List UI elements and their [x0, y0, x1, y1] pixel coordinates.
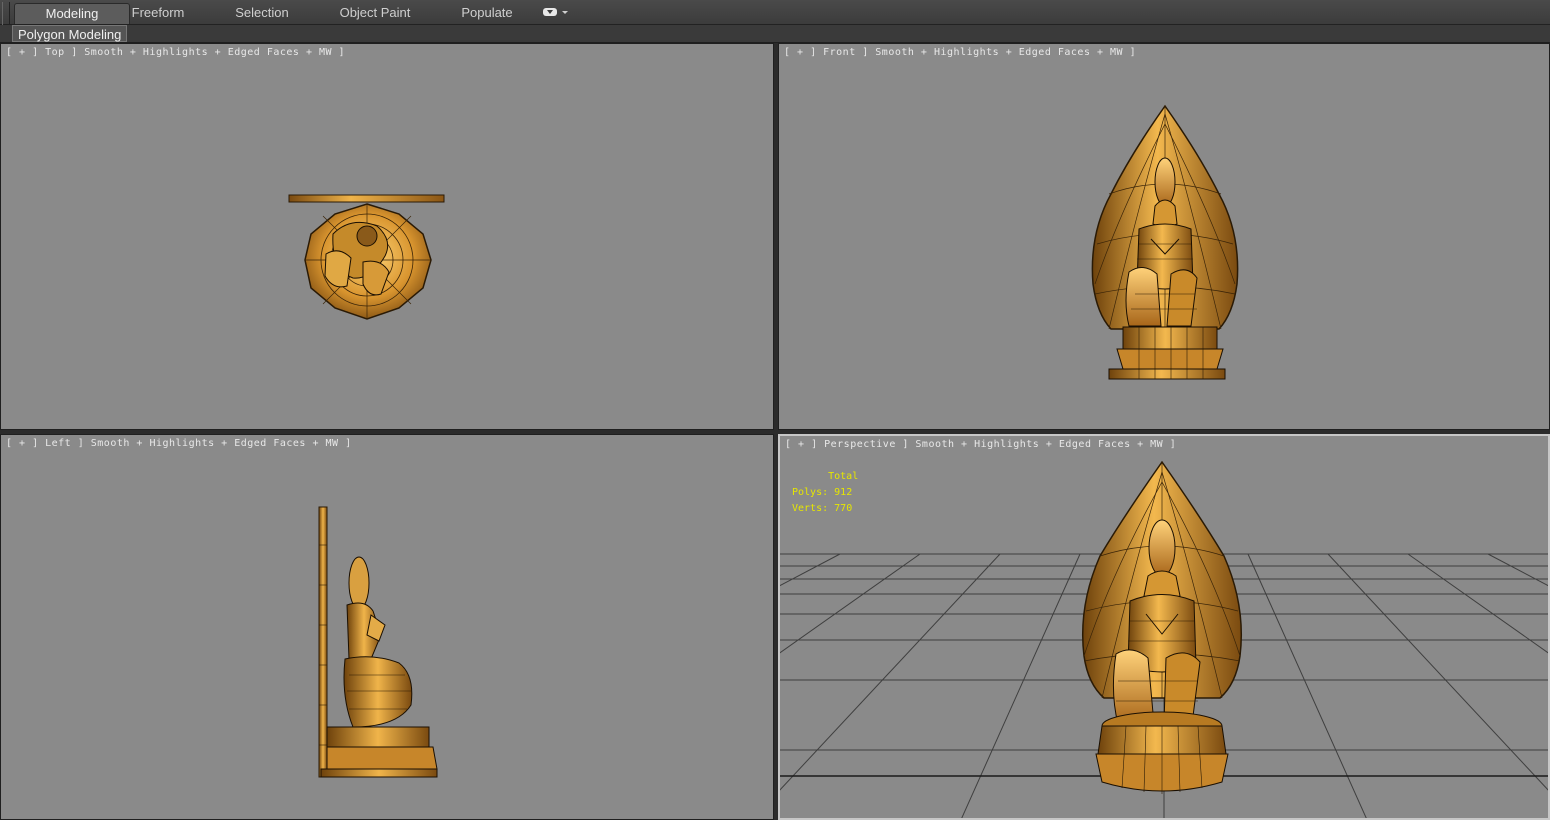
ribbon-panel-bar: Polygon Modeling — [0, 25, 1550, 43]
tab-object-paint[interactable]: Object Paint — [325, 3, 425, 23]
tab-freeform[interactable]: Freeform — [110, 3, 206, 23]
viewport-left[interactable]: [ + ] Left ] Smooth + Highlights + Edged… — [0, 434, 774, 820]
viewport-top[interactable]: [ + ] Top ] Smooth + Highlights + Edged … — [0, 43, 774, 430]
viewport-front[interactable]: [ + ] Front ] Smooth + Highlights + Edge… — [778, 43, 1550, 430]
polygon-modeling-tab[interactable]: Polygon Modeling — [12, 25, 128, 42]
top-view-model — [288, 194, 445, 320]
chevron-down-icon — [562, 11, 568, 14]
tab-populate[interactable]: Populate — [445, 3, 529, 23]
viewport-perspective[interactable]: [ + ] Perspective ] Smooth + Highlights … — [778, 434, 1550, 820]
left-view-model — [318, 506, 438, 778]
tab-selection[interactable]: Selection — [215, 3, 309, 23]
front-view-model — [1091, 104, 1239, 380]
perspective-view-model — [780, 460, 1548, 818]
dropdown-icon — [543, 8, 557, 16]
ribbon-tabbar: Modeling Freeform Selection Object Paint… — [0, 0, 1550, 40]
halo-top-edge — [288, 194, 445, 203]
ribbon-options-button[interactable] — [543, 6, 568, 20]
